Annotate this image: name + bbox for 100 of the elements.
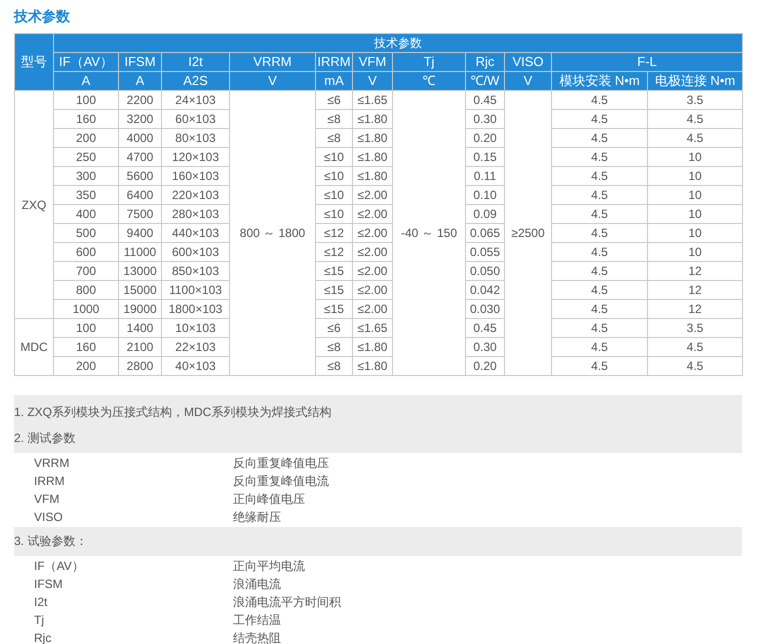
column-header: VRRM bbox=[230, 52, 316, 72]
table-cell: 4.5 bbox=[552, 262, 648, 280]
parameter-description: 浪涌电流 bbox=[233, 576, 281, 593]
table-cell: 4.5 bbox=[552, 90, 648, 110]
table-cell: 4.5 bbox=[552, 300, 648, 318]
table-cell: 13000 bbox=[118, 262, 162, 280]
column-header: IRRM bbox=[316, 52, 352, 72]
table-cell: 24×103 bbox=[162, 90, 230, 110]
parameter-description: 正向峰值电压 bbox=[233, 491, 305, 508]
table-cell: ≤10 bbox=[316, 186, 352, 204]
column-header: VFM bbox=[352, 52, 392, 72]
table-cell: ZXQ bbox=[14, 90, 54, 318]
table-cell: 10 bbox=[648, 186, 743, 204]
table-cell: 4.5 bbox=[552, 204, 648, 224]
table-cell: 4.5 bbox=[552, 128, 648, 148]
parameter-name: IFSM bbox=[33, 576, 64, 593]
parameter-description: 反向重复峰值电流 bbox=[233, 473, 329, 490]
parameter-name: VRRM bbox=[33, 455, 70, 472]
table-cell: 4.5 bbox=[552, 356, 648, 376]
parameter-description: 工作结温 bbox=[233, 612, 281, 629]
column-header: V bbox=[504, 72, 552, 90]
parameter-name: VISO bbox=[33, 509, 64, 526]
column-header: ℃/W bbox=[466, 72, 504, 90]
column-header: IF（AV） bbox=[54, 52, 118, 72]
table-cell: ≤8 bbox=[316, 110, 352, 128]
table-cell: 300 bbox=[54, 166, 118, 186]
table-cell: 4.5 bbox=[552, 224, 648, 242]
table-cell: 160 bbox=[54, 338, 118, 356]
table-cell: 12 bbox=[648, 280, 743, 300]
table-cell: 4000 bbox=[118, 128, 162, 148]
table-cell: 4.5 bbox=[552, 166, 648, 186]
note-heading: 3. 试验参数： bbox=[14, 534, 88, 548]
parameter-description: 浪涌电流平方时间积 bbox=[233, 594, 341, 611]
table-cell: ≤8 bbox=[316, 338, 352, 356]
table-cell: 2800 bbox=[118, 356, 162, 376]
parameter-description: 正向平均电流 bbox=[233, 558, 305, 575]
column-header: V bbox=[230, 72, 316, 90]
table-cell: 800 bbox=[54, 280, 118, 300]
table-cell: 1000 bbox=[54, 300, 118, 318]
parameter-name: Tj bbox=[33, 612, 45, 629]
parameter-name: IRRM bbox=[33, 473, 66, 490]
table-cell: 250 bbox=[54, 148, 118, 166]
table-cell: 4.5 bbox=[648, 110, 743, 128]
table-cell: 4.5 bbox=[648, 128, 743, 148]
column-header: F-L bbox=[552, 52, 743, 72]
table-cell: ≥2500 bbox=[504, 90, 552, 376]
table-cell: 5600 bbox=[118, 166, 162, 186]
table-cell: 4.5 bbox=[552, 148, 648, 166]
table-cell: MDC bbox=[14, 318, 54, 376]
table-cell: ≤15 bbox=[316, 280, 352, 300]
table-cell: 4.5 bbox=[552, 186, 648, 204]
table-cell: 10 bbox=[648, 242, 743, 262]
table-cell: 4.5 bbox=[648, 356, 743, 376]
table-cell: 6400 bbox=[118, 186, 162, 204]
table-cell: 160 bbox=[54, 110, 118, 128]
column-header: Tj bbox=[392, 52, 466, 72]
column-header: I2t bbox=[162, 52, 230, 72]
table-cell: 100 bbox=[54, 90, 118, 110]
page-title: 技术参数 bbox=[14, 7, 71, 26]
note-heading: 2. 测试参数 bbox=[14, 431, 76, 445]
table-cell: -40 ～ 150 bbox=[392, 90, 466, 376]
table-cell: ≤8 bbox=[316, 128, 352, 148]
parameter-name: IF（AV） bbox=[33, 558, 85, 575]
table-cell: 2200 bbox=[118, 90, 162, 110]
table-cell: 4.5 bbox=[552, 242, 648, 262]
column-header: Rjc bbox=[466, 52, 504, 72]
parameter-name: VFM bbox=[33, 491, 60, 508]
table-cell: 12 bbox=[648, 262, 743, 280]
table-cell: 7500 bbox=[118, 204, 162, 224]
column-header: 模块安装 N•m bbox=[552, 72, 648, 90]
table-cell: 4.5 bbox=[648, 338, 743, 356]
parameter-description: 绝缘耐压 bbox=[233, 509, 281, 526]
column-header: A bbox=[54, 72, 118, 90]
column-header: mA bbox=[316, 72, 352, 90]
parameter-name: I2t bbox=[33, 594, 48, 611]
table-cell: 10 bbox=[648, 148, 743, 166]
table-cell: 200 bbox=[54, 128, 118, 148]
column-header: V bbox=[352, 72, 392, 90]
column-header: A bbox=[118, 72, 162, 90]
table-cell: 100 bbox=[54, 318, 118, 338]
table-cell: 3200 bbox=[118, 110, 162, 128]
table-cell: 600 bbox=[54, 242, 118, 262]
table-cell: ≤10 bbox=[316, 204, 352, 224]
column-header: A2S bbox=[162, 72, 230, 90]
table-cell: 12 bbox=[648, 300, 743, 318]
table-cell: ≤6 bbox=[316, 318, 352, 338]
table-cell: 0.45 bbox=[466, 90, 504, 110]
table-cell: 4700 bbox=[118, 148, 162, 166]
table-cell: 15000 bbox=[118, 280, 162, 300]
table-cell: 4.5 bbox=[552, 110, 648, 128]
column-header: 技术参数 bbox=[54, 34, 743, 52]
table-cell: 3.5 bbox=[648, 318, 743, 338]
column-header: 电极连接 N•m bbox=[648, 72, 743, 90]
table-cell: ≤8 bbox=[316, 356, 352, 376]
table-cell: 4.5 bbox=[552, 280, 648, 300]
table-cell: ≤10 bbox=[316, 148, 352, 166]
table-cell: 4.5 bbox=[552, 338, 648, 356]
column-header: ℃ bbox=[392, 72, 466, 90]
parameter-description: 结壳热阻 bbox=[233, 630, 281, 644]
note-heading: 1. ZXQ系列模块为压接式结构，MDC系列模块为焊接式结构 bbox=[14, 405, 332, 419]
